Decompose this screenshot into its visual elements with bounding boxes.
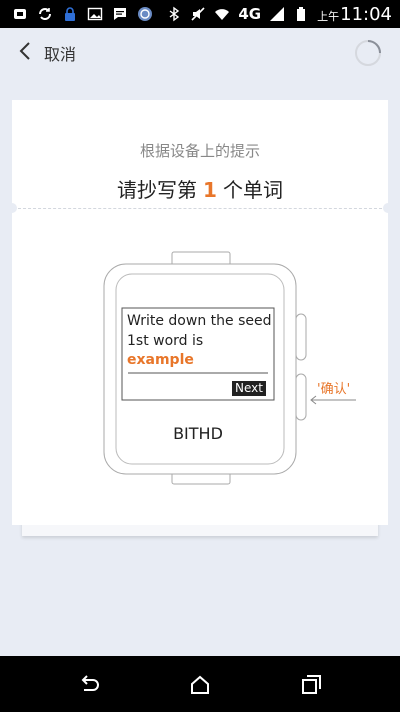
- clock-time: 11:04: [340, 3, 392, 25]
- header: 取消: [0, 28, 400, 78]
- lock-icon: [62, 6, 78, 22]
- sync-icon: [37, 6, 53, 22]
- device-screen-line1: Write down the seed: [127, 313, 272, 329]
- seed-word: example: [127, 352, 194, 368]
- title-suffix: 个单词: [222, 178, 283, 202]
- device-screen-line2: 1st word is: [127, 333, 204, 349]
- signal-icon: [269, 6, 285, 22]
- status-system: 4G 上午11:04: [166, 4, 400, 25]
- card-notch-right: [383, 203, 393, 213]
- cancel-button[interactable]: 取消: [18, 41, 76, 65]
- wifi-icon: [214, 6, 230, 22]
- device-brand: BITHD: [173, 424, 223, 443]
- message-icon: [112, 6, 128, 22]
- image-icon: [87, 6, 103, 22]
- status-notifications: [0, 6, 153, 22]
- loading-spinner-icon: [355, 40, 381, 66]
- chevron-left-icon: [18, 41, 32, 65]
- title-prefix: 请抄写第: [117, 178, 198, 202]
- card-notch-left: [7, 203, 17, 213]
- back-nav-icon[interactable]: [78, 674, 100, 696]
- battery-icon: [293, 6, 309, 22]
- instruction-hint: 根据设备上的提示: [139, 142, 260, 160]
- cancel-label: 取消: [44, 45, 77, 64]
- status-bar: 4G 上午11:04: [0, 0, 400, 28]
- usb-icon: [12, 6, 28, 22]
- instruction-card: 根据设备上的提示 请抄写第 1 个单词 Write down the seed 1s…: [7, 100, 393, 525]
- dashed-divider: [18, 208, 382, 209]
- bluetooth-icon: [166, 6, 182, 22]
- home-nav-icon[interactable]: [189, 674, 211, 696]
- network-type: 4G: [238, 5, 262, 23]
- app-icon: [137, 6, 153, 22]
- word-index: 1: [203, 178, 217, 202]
- arrow-left-icon: [310, 395, 356, 405]
- recents-nav-icon[interactable]: [300, 674, 322, 696]
- hardware-wallet-illustration: [103, 251, 307, 485]
- device-next-label: Next: [232, 381, 266, 396]
- clock-ampm: 上午: [317, 9, 340, 23]
- navigation-bar: [0, 656, 400, 712]
- mute-icon: [190, 6, 206, 22]
- instruction-title: 请抄写第 1 个单词: [12, 174, 388, 203]
